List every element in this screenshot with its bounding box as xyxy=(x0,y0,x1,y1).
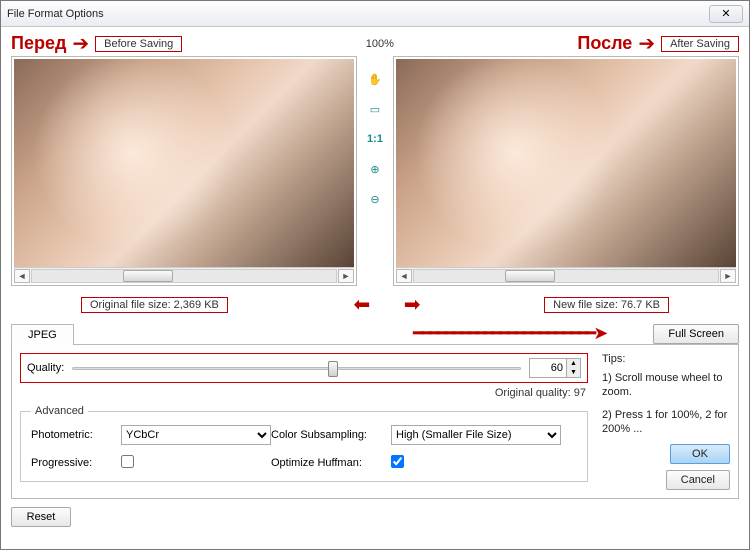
zoom-percent: 100% xyxy=(366,38,394,50)
fit-screen-icon[interactable]: ▭ xyxy=(366,100,384,118)
slider-thumb[interactable] xyxy=(328,361,338,377)
zoom-toolbar: ✋ ▭ 1:1 ⊕ ⊖ xyxy=(363,56,387,286)
annot-before-en: Before Saving xyxy=(95,36,182,52)
tip-1: 1) Scroll mouse wheel to zoom. xyxy=(602,371,730,400)
window-close-button[interactable]: ✕ xyxy=(709,5,743,23)
spin-up-icon[interactable]: ▲ xyxy=(566,359,580,368)
reset-button[interactable]: Reset xyxy=(11,507,71,527)
zoom-out-icon[interactable]: ⊖ xyxy=(366,190,384,208)
double-arrow-icon: ⬅ ➡ xyxy=(238,292,534,317)
tip-2: 2) Press 1 for 100%, 2 for 200% ... xyxy=(602,408,730,437)
zoom-in-icon[interactable]: ⊕ xyxy=(366,160,384,178)
advanced-group: Advanced Photometric: YCbCr Color Subsam… xyxy=(20,405,588,482)
actual-size-icon[interactable]: 1:1 xyxy=(366,130,384,148)
hand-tool-icon[interactable]: ✋ xyxy=(366,70,384,88)
quality-stepper[interactable]: ▲ ▼ xyxy=(529,358,581,378)
sizes-row: Original file size: 2,369 KB ⬅ ➡ New fil… xyxy=(11,292,739,317)
ok-button[interactable]: OK xyxy=(670,444,730,464)
window-title: File Format Options xyxy=(7,8,104,20)
annot-after-ru: После xyxy=(577,33,632,54)
quality-row: Quality: ▲ ▼ xyxy=(20,353,588,383)
quality-slider[interactable] xyxy=(72,359,521,377)
annotation-row: Перед ➔ Before Saving 100% После ➔ After… xyxy=(11,33,739,54)
preview-before-image xyxy=(14,59,354,267)
tab-jpeg[interactable]: JPEG xyxy=(11,324,74,345)
hscrollbar-before[interactable]: ◄ ► xyxy=(14,267,354,283)
scroll-right-icon[interactable]: ► xyxy=(338,269,354,283)
tips-panel: Tips: 1) Scroll mouse wheel to zoom. 2) … xyxy=(602,353,730,490)
tips-header: Tips: xyxy=(602,353,730,365)
quality-label: Quality: xyxy=(27,362,64,374)
scroll-thumb[interactable] xyxy=(123,270,173,282)
photometric-select[interactable]: YCbCr xyxy=(121,425,271,445)
spin-down-icon[interactable]: ▼ xyxy=(566,368,580,377)
scroll-left-icon[interactable]: ◄ xyxy=(14,269,30,283)
close-icon: ✕ xyxy=(721,7,730,20)
huffman-checkbox[interactable] xyxy=(391,455,404,468)
titlebar: File Format Options ✕ xyxy=(1,1,749,27)
scroll-left-icon[interactable]: ◄ xyxy=(396,269,412,283)
original-size-box: Original file size: 2,369 KB xyxy=(81,297,228,313)
progressive-checkbox[interactable] xyxy=(121,455,134,468)
arrow-long-icon: ━━━━━━━━━━━━━━━━━━━━━━━➤ xyxy=(82,323,646,344)
subsampling-label: Color Subsampling: xyxy=(271,429,391,441)
preview-after[interactable]: ◄ ► xyxy=(393,56,739,286)
preview-after-image xyxy=(396,59,736,267)
preview-before[interactable]: ◄ ► xyxy=(11,56,357,286)
cancel-button[interactable]: Cancel xyxy=(666,470,730,490)
subsampling-select[interactable]: High (Smaller File Size) xyxy=(391,425,561,445)
huffman-label: Optimize Huffman: xyxy=(271,457,391,469)
scroll-thumb[interactable] xyxy=(505,270,555,282)
hscrollbar-after[interactable]: ◄ ► xyxy=(396,267,736,283)
arrow-right-icon: ➔ xyxy=(638,34,655,54)
quality-input[interactable] xyxy=(530,359,566,377)
photometric-label: Photometric: xyxy=(31,429,121,441)
advanced-legend: Advanced xyxy=(31,405,88,417)
original-quality-label: Original quality: 97 xyxy=(20,387,586,399)
annot-after-en: After Saving xyxy=(661,36,739,52)
arrow-right-icon: ➔ xyxy=(72,34,89,54)
annot-before-ru: Перед xyxy=(11,33,66,54)
full-screen-button[interactable]: Full Screen xyxy=(653,324,739,344)
scroll-right-icon[interactable]: ► xyxy=(720,269,736,283)
progressive-label: Progressive: xyxy=(31,457,121,469)
new-size-box: New file size: 76.7 KB xyxy=(544,297,669,313)
